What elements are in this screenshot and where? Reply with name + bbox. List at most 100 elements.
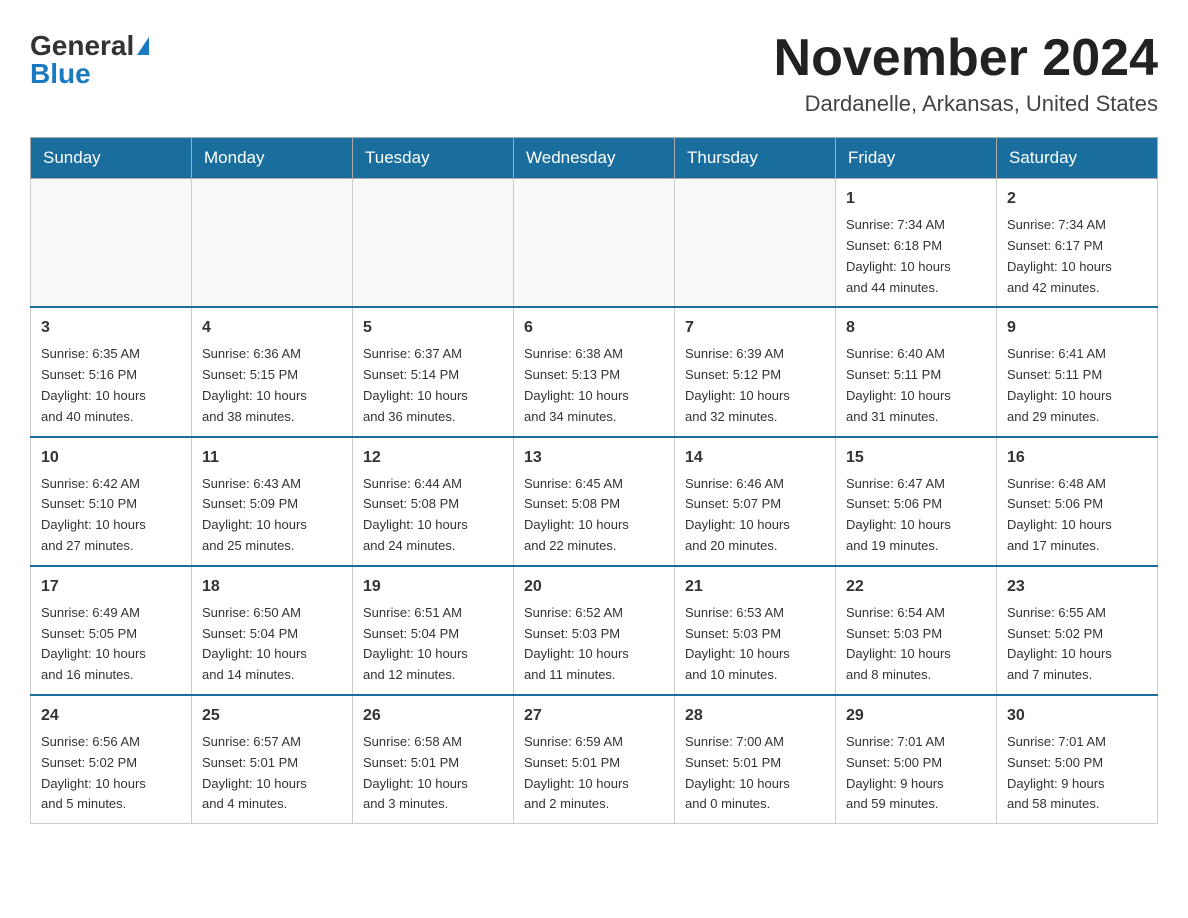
day-info: Sunrise: 6:37 AM Sunset: 5:14 PM Dayligh… (363, 344, 503, 427)
calendar-day-cell: 7 Sunrise: 6:39 AM Sunset: 5:12 PM Daylig… (675, 307, 836, 436)
day-number: 7 (685, 316, 825, 340)
day-info: Sunrise: 6:52 AM Sunset: 5:03 PM Dayligh… (524, 603, 664, 686)
calendar-header-row: SundayMondayTuesdayWednesdayThursdayFrid… (31, 138, 1158, 179)
day-number: 16 (1007, 446, 1147, 470)
day-info: Sunrise: 6:40 AM Sunset: 5:11 PM Dayligh… (846, 344, 986, 427)
calendar-day-cell (675, 179, 836, 308)
calendar-day-cell: 19 Sunrise: 6:51 AM Sunset: 5:04 PM Dayli… (353, 566, 514, 695)
day-number: 1 (846, 187, 986, 211)
calendar-day-cell: 9 Sunrise: 6:41 AM Sunset: 5:11 PM Daylig… (997, 307, 1158, 436)
day-info: Sunrise: 7:01 AM Sunset: 5:00 PM Dayligh… (846, 732, 986, 815)
calendar-day-cell: 3 Sunrise: 6:35 AM Sunset: 5:16 PM Daylig… (31, 307, 192, 436)
day-info: Sunrise: 6:43 AM Sunset: 5:09 PM Dayligh… (202, 474, 342, 557)
day-number: 2 (1007, 187, 1147, 211)
calendar-day-cell: 27 Sunrise: 6:59 AM Sunset: 5:01 PM Dayli… (514, 695, 675, 824)
calendar-day-cell: 12 Sunrise: 6:44 AM Sunset: 5:08 PM Dayli… (353, 437, 514, 566)
day-number: 14 (685, 446, 825, 470)
day-info: Sunrise: 6:46 AM Sunset: 5:07 PM Dayligh… (685, 474, 825, 557)
day-info: Sunrise: 6:39 AM Sunset: 5:12 PM Dayligh… (685, 344, 825, 427)
calendar-week-row: 24 Sunrise: 6:56 AM Sunset: 5:02 PM Dayli… (31, 695, 1158, 824)
day-of-week-header: Monday (192, 138, 353, 179)
day-number: 30 (1007, 704, 1147, 728)
day-number: 5 (363, 316, 503, 340)
calendar-day-cell: 30 Sunrise: 7:01 AM Sunset: 5:00 PM Dayli… (997, 695, 1158, 824)
day-of-week-header: Sunday (31, 138, 192, 179)
calendar-day-cell: 10Sunrise: 6:42 AM Sunset: 5:10 PM Dayli… (31, 437, 192, 566)
day-number: 12 (363, 446, 503, 470)
calendar-day-cell: 14 Sunrise: 6:46 AM Sunset: 5:07 PM Dayli… (675, 437, 836, 566)
day-info: Sunrise: 6:58 AM Sunset: 5:01 PM Dayligh… (363, 732, 503, 815)
calendar-day-cell: 16 Sunrise: 6:48 AM Sunset: 5:06 PM Dayli… (997, 437, 1158, 566)
day-of-week-header: Tuesday (353, 138, 514, 179)
calendar-week-row: 3 Sunrise: 6:35 AM Sunset: 5:16 PM Daylig… (31, 307, 1158, 436)
calendar-day-cell: 23 Sunrise: 6:55 AM Sunset: 5:02 PM Dayli… (997, 566, 1158, 695)
day-number: 27 (524, 704, 664, 728)
day-number: 21 (685, 575, 825, 599)
calendar-week-row: 10Sunrise: 6:42 AM Sunset: 5:10 PM Dayli… (31, 437, 1158, 566)
day-info: Sunrise: 6:54 AM Sunset: 5:03 PM Dayligh… (846, 603, 986, 686)
calendar-day-cell: 25 Sunrise: 6:57 AM Sunset: 5:01 PM Dayli… (192, 695, 353, 824)
day-number: 19 (363, 575, 503, 599)
day-number: 26 (363, 704, 503, 728)
day-info: Sunrise: 6:56 AM Sunset: 5:02 PM Dayligh… (41, 732, 181, 815)
day-number: 17 (41, 575, 181, 599)
day-info: Sunrise: 6:47 AM Sunset: 5:06 PM Dayligh… (846, 474, 986, 557)
day-info: Sunrise: 6:59 AM Sunset: 5:01 PM Dayligh… (524, 732, 664, 815)
day-number: 29 (846, 704, 986, 728)
day-info: Sunrise: 6:57 AM Sunset: 5:01 PM Dayligh… (202, 732, 342, 815)
calendar-day-cell: 4 Sunrise: 6:36 AM Sunset: 5:15 PM Daylig… (192, 307, 353, 436)
calendar-day-cell: 18 Sunrise: 6:50 AM Sunset: 5:04 PM Dayli… (192, 566, 353, 695)
day-number: 20 (524, 575, 664, 599)
day-info: Sunrise: 6:44 AM Sunset: 5:08 PM Dayligh… (363, 474, 503, 557)
day-number: 15 (846, 446, 986, 470)
logo: General Blue (30, 30, 149, 90)
calendar-day-cell: 26 Sunrise: 6:58 AM Sunset: 5:01 PM Dayli… (353, 695, 514, 824)
day-info: Sunrise: 6:42 AM Sunset: 5:10 PM Dayligh… (41, 474, 181, 557)
day-number: 6 (524, 316, 664, 340)
calendar-day-cell: 20 Sunrise: 6:52 AM Sunset: 5:03 PM Dayli… (514, 566, 675, 695)
title-area: November 2024 Dardanelle, Arkansas, Unit… (774, 30, 1158, 117)
day-info: Sunrise: 6:38 AM Sunset: 5:13 PM Dayligh… (524, 344, 664, 427)
day-info: Sunrise: 6:41 AM Sunset: 5:11 PM Dayligh… (1007, 344, 1147, 427)
day-number: 18 (202, 575, 342, 599)
day-info: Sunrise: 6:35 AM Sunset: 5:16 PM Dayligh… (41, 344, 181, 427)
day-info: Sunrise: 6:55 AM Sunset: 5:02 PM Dayligh… (1007, 603, 1147, 686)
day-info: Sunrise: 6:50 AM Sunset: 5:04 PM Dayligh… (202, 603, 342, 686)
day-info: Sunrise: 6:48 AM Sunset: 5:06 PM Dayligh… (1007, 474, 1147, 557)
day-of-week-header: Saturday (997, 138, 1158, 179)
logo-blue-text: Blue (30, 58, 91, 90)
logo-arrow-icon (137, 37, 149, 55)
calendar: SundayMondayTuesdayWednesdayThursdayFrid… (30, 137, 1158, 824)
day-number: 11 (202, 446, 342, 470)
day-number: 4 (202, 316, 342, 340)
calendar-day-cell (353, 179, 514, 308)
day-number: 28 (685, 704, 825, 728)
day-number: 23 (1007, 575, 1147, 599)
calendar-day-cell (31, 179, 192, 308)
calendar-day-cell: 6 Sunrise: 6:38 AM Sunset: 5:13 PM Daylig… (514, 307, 675, 436)
calendar-day-cell: 24 Sunrise: 6:56 AM Sunset: 5:02 PM Dayli… (31, 695, 192, 824)
month-title: November 2024 (774, 30, 1158, 87)
calendar-day-cell: 22 Sunrise: 6:54 AM Sunset: 5:03 PM Dayli… (836, 566, 997, 695)
day-info: Sunrise: 6:36 AM Sunset: 5:15 PM Dayligh… (202, 344, 342, 427)
day-number: 9 (1007, 316, 1147, 340)
calendar-day-cell: 29 Sunrise: 7:01 AM Sunset: 5:00 PM Dayli… (836, 695, 997, 824)
calendar-week-row: 17 Sunrise: 6:49 AM Sunset: 5:05 PM Dayli… (31, 566, 1158, 695)
day-info: Sunrise: 6:51 AM Sunset: 5:04 PM Dayligh… (363, 603, 503, 686)
day-number: 24 (41, 704, 181, 728)
calendar-day-cell: 11 Sunrise: 6:43 AM Sunset: 5:09 PM Dayli… (192, 437, 353, 566)
day-info: Sunrise: 6:49 AM Sunset: 5:05 PM Dayligh… (41, 603, 181, 686)
day-number: 25 (202, 704, 342, 728)
day-number: 22 (846, 575, 986, 599)
day-info: Sunrise: 6:45 AM Sunset: 5:08 PM Dayligh… (524, 474, 664, 557)
day-info: Sunrise: 7:34 AM Sunset: 6:18 PM Dayligh… (846, 215, 986, 298)
day-info: Sunrise: 7:01 AM Sunset: 5:00 PM Dayligh… (1007, 732, 1147, 815)
location-title: Dardanelle, Arkansas, United States (774, 91, 1158, 117)
day-of-week-header: Friday (836, 138, 997, 179)
calendar-day-cell: 15 Sunrise: 6:47 AM Sunset: 5:06 PM Dayli… (836, 437, 997, 566)
calendar-day-cell: 28Sunrise: 7:00 AM Sunset: 5:01 PM Dayli… (675, 695, 836, 824)
day-number: 3 (41, 316, 181, 340)
calendar-day-cell: 5 Sunrise: 6:37 AM Sunset: 5:14 PM Daylig… (353, 307, 514, 436)
calendar-day-cell: 2Sunrise: 7:34 AM Sunset: 6:17 PM Daylig… (997, 179, 1158, 308)
header: General Blue November 2024 Dardanelle, A… (30, 30, 1158, 117)
